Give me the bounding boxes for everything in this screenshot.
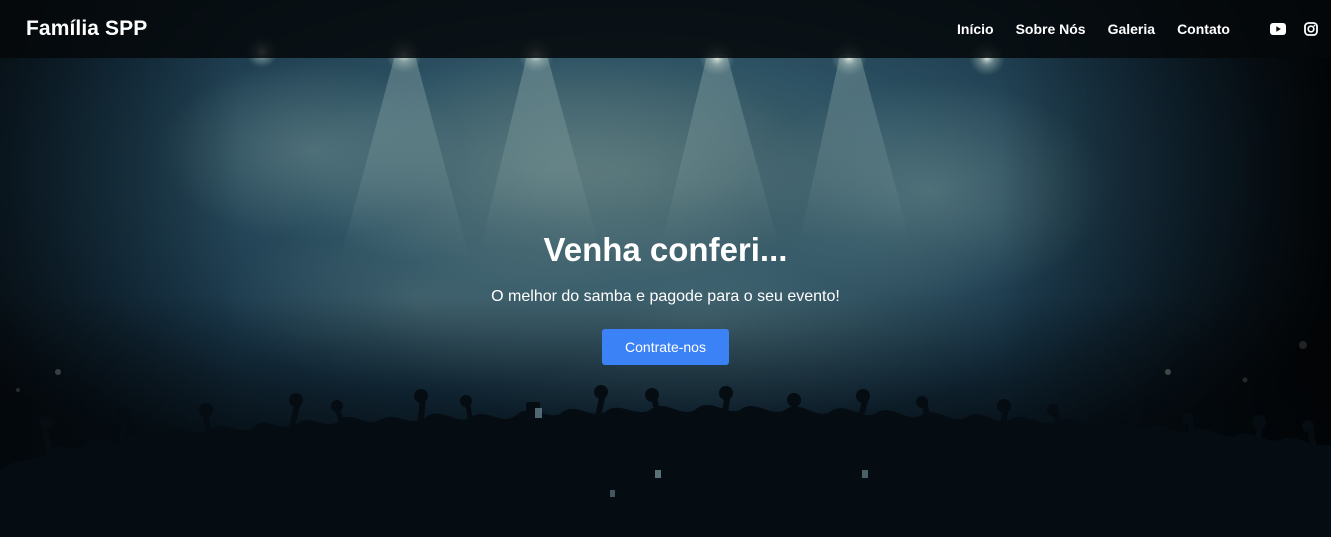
nav-link-galeria[interactable]: Galeria xyxy=(1108,21,1155,37)
hero-section: Venha conferi... O melhor do samba e pag… xyxy=(0,226,1331,365)
nav-link-inicio[interactable]: Início xyxy=(957,21,994,37)
nav-links: Início Sobre Nós Galeria Contato xyxy=(957,0,1230,58)
hero-subtitle: O melhor do samba e pagode para o seu ev… xyxy=(491,288,840,305)
navbar: Família SPP Início Sobre Nós Galeria Con… xyxy=(0,0,1331,58)
brand-logo[interactable]: Família SPP xyxy=(26,17,147,41)
page: Família SPP Início Sobre Nós Galeria Con… xyxy=(0,0,1331,537)
youtube-icon[interactable] xyxy=(1270,0,1286,58)
hero-title: Venha conferi... xyxy=(543,231,788,268)
contrate-nos-button[interactable]: Contrate-nos xyxy=(602,329,729,365)
instagram-icon[interactable] xyxy=(1304,0,1318,58)
nav-link-sobre-nos[interactable]: Sobre Nós xyxy=(1016,21,1086,37)
nav-link-contato[interactable]: Contato xyxy=(1177,21,1230,37)
